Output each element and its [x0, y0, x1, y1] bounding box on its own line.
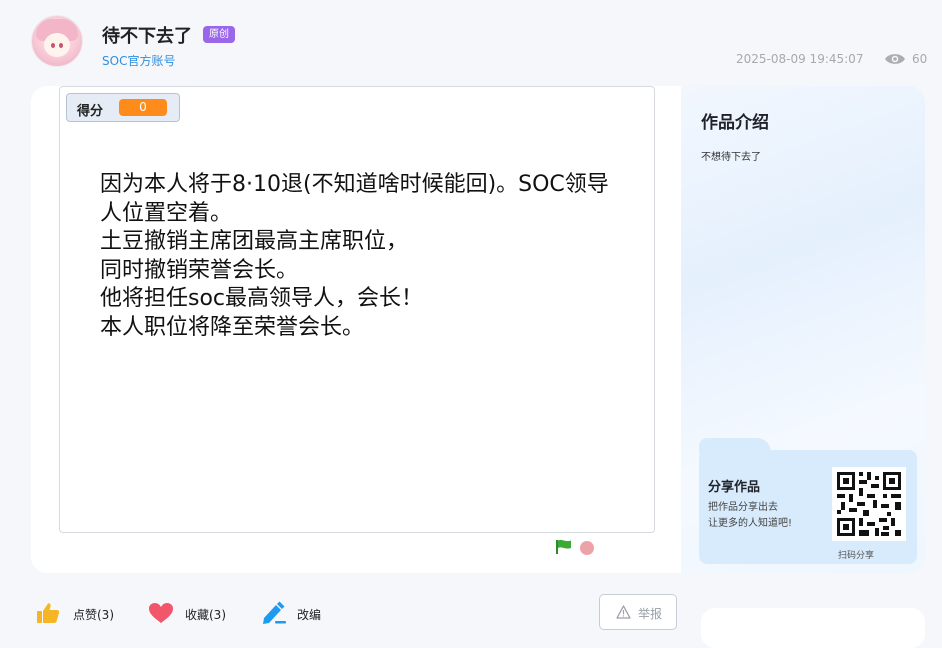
- original-badge: 原创: [203, 26, 235, 43]
- info-description: 不想待下去了: [701, 152, 761, 163]
- work-card: 得分 0 因为本人将于8·10退(不知道啥时候能回)。SOC领导 人位置空着。 …: [31, 86, 925, 573]
- share-card: 分享作品 把作品分享出去 让更多的人知道吧! 扫码分享: [699, 450, 917, 564]
- qr-caption: 扫码分享: [838, 551, 875, 561]
- pencil-icon[interactable]: [261, 601, 287, 625]
- publish-timestamp: 2025-08-09 19:45:07: [736, 52, 864, 66]
- report-button[interactable]: 举报: [599, 594, 677, 630]
- score-monitor: 得分 0: [66, 93, 180, 122]
- like-button[interactable]: 点赞(3): [73, 606, 114, 623]
- share-title: 分享作品: [708, 480, 761, 495]
- info-title: 作品介绍: [701, 113, 769, 133]
- score-label: 得分: [77, 104, 104, 119]
- heart-icon[interactable]: [148, 602, 174, 624]
- project-stage[interactable]: 得分 0 因为本人将于8·10退(不知道啥时候能回)。SOC领导 人位置空着。 …: [59, 86, 655, 533]
- view-count: 60: [912, 52, 928, 66]
- qr-code: [832, 467, 906, 541]
- warning-icon: [616, 605, 631, 619]
- report-label: 举报: [638, 607, 663, 621]
- info-panel: 作品介绍 不想待下去了 分享作品 把作品分享出去 让更多的人知道吧! 扫码分享: [681, 86, 925, 573]
- score-value: 0: [119, 99, 167, 116]
- avatar[interactable]: [31, 15, 83, 67]
- comments-card: [701, 608, 925, 648]
- favorite-button[interactable]: 收藏(3): [185, 606, 226, 623]
- remix-button[interactable]: 改编: [297, 606, 321, 623]
- share-text-line1: 把作品分享出去: [708, 502, 778, 513]
- stop-icon[interactable]: [580, 541, 594, 555]
- green-flag-icon[interactable]: [555, 539, 573, 555]
- page-title: 待不下去了: [102, 26, 192, 47]
- thumbs-up-icon[interactable]: [36, 602, 60, 624]
- author-link[interactable]: SOC官方账号: [102, 52, 175, 69]
- share-text-line2: 让更多的人知道吧!: [708, 518, 793, 529]
- eye-icon: [885, 54, 905, 64]
- stage-text: 因为本人将于8·10退(不知道啥时候能回)。SOC领导 人位置空着。 土豆撤销主…: [100, 172, 609, 340]
